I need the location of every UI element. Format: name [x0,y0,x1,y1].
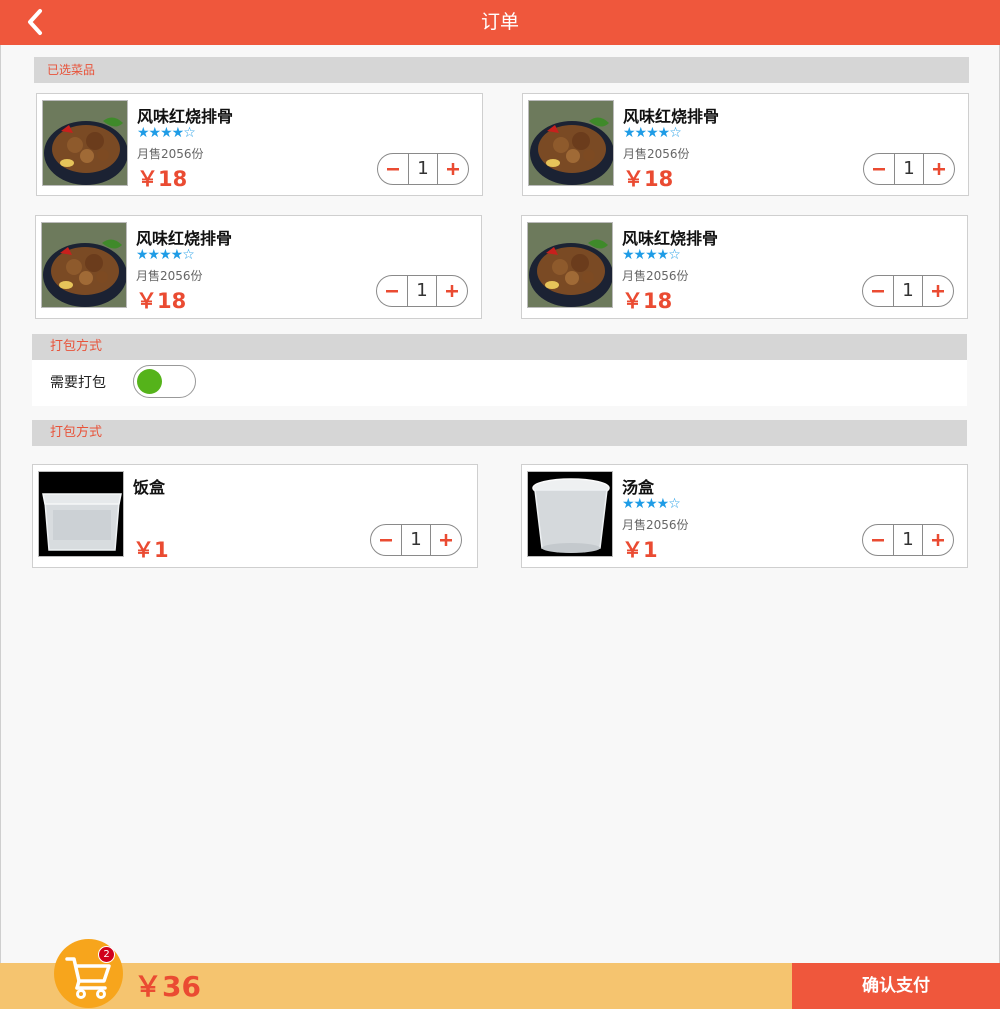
section-header-selected-dishes: 已选菜品 [34,57,969,83]
quantity-value: 1 [902,280,914,301]
packaging-toggle-label: 需要打包 [50,375,106,391]
rating-stars: ★★★★☆ [622,496,681,512]
packaging-toggle[interactable] [133,365,196,398]
decrease-button[interactable] [371,525,402,555]
minus-icon [873,168,885,171]
container-name: 饭盒 [133,478,166,497]
dish-image [42,100,128,186]
dish-price: ￥18 [136,289,187,313]
quantity-value: 1 [410,529,422,550]
minus-icon [387,168,399,171]
rice-box-image [38,471,124,557]
decrease-button[interactable] [378,154,409,184]
increase-button[interactable] [922,525,953,555]
decrease-button[interactable] [863,525,894,555]
section-header-packaging-method: 打包方式 [32,334,967,360]
dish-name: 风味红烧排骨 [623,107,720,126]
rating-stars: ★★★★☆ [136,247,195,263]
quantity-stepper: 1 [376,275,468,307]
minus-icon [386,290,398,293]
increase-button[interactable] [923,154,954,184]
dish-name: 风味红烧排骨 [137,107,234,126]
plus-icon [932,534,944,546]
quantity-value: 1 [903,158,915,179]
minus-icon [380,539,392,542]
increase-button[interactable] [436,276,467,306]
minus-icon [872,539,884,542]
container-card: 饭盒 ￥1 1 [32,464,478,568]
soup-box-image [527,471,613,557]
monthly-sales: 月售2056份 [137,147,204,161]
dish-price: ￥18 [137,167,188,191]
container-name: 汤盒 [622,478,655,497]
dish-image [41,222,127,308]
dish-image [528,100,614,186]
top-nav-bar: 订单 [0,0,1000,45]
quantity-value: 1 [417,158,429,179]
plus-icon [440,534,452,546]
dish-image [527,222,613,308]
rating-stars: ★★★★☆ [622,247,681,263]
minus-icon [872,290,884,293]
quantity-stepper: 1 [862,275,954,307]
dish-card: 风味红烧排骨 ★★★★☆ 月售2056份 ￥18 1 [521,215,968,319]
monthly-sales: 月售2056份 [136,269,203,283]
dish-card: 风味红烧排骨 ★★★★☆ 月售2056份 ￥18 1 [36,93,483,196]
page-title: 订单 [480,11,519,33]
plus-icon [447,163,459,175]
plus-icon [932,285,944,297]
quantity-stepper: 1 [377,153,469,185]
dish-card: 风味红烧排骨 ★★★★☆ 月售2056份 ￥18 1 [522,93,969,196]
increase-button[interactable] [437,154,468,184]
packaging-toggle-row: 需要打包 [32,360,967,406]
quantity-stepper: 1 [863,153,955,185]
section-header-packaging-method-2: 打包方式 [32,420,967,446]
decrease-button[interactable] [377,276,408,306]
dish-name: 风味红烧排骨 [136,229,233,248]
quantity-stepper: 1 [370,524,462,556]
quantity-value: 1 [902,529,914,550]
frame-border-left [0,45,1,965]
plus-icon [933,163,945,175]
monthly-sales: 月售2056份 [622,518,689,532]
toggle-knob [137,369,162,394]
dish-price: ￥18 [623,167,674,191]
decrease-button[interactable] [863,276,894,306]
monthly-sales: 月售2056份 [623,147,690,161]
container-price: ￥1 [133,538,169,562]
quantity-value: 1 [416,280,428,301]
dish-name: 风味红烧排骨 [622,229,719,248]
plus-icon [446,285,458,297]
rating-stars: ★★★★☆ [137,125,196,141]
dish-price: ￥18 [622,289,673,313]
confirm-payment-button[interactable]: 确认支付 [792,963,1000,1009]
increase-button[interactable] [922,276,953,306]
container-price: ￥1 [622,538,658,562]
container-card: 汤盒 ★★★★☆ 月售2056份 ￥1 1 [521,464,968,568]
decrease-button[interactable] [864,154,895,184]
quantity-stepper: 1 [862,524,954,556]
cart-count-badge: 2 [98,946,115,963]
increase-button[interactable] [430,525,461,555]
rating-stars: ★★★★☆ [623,125,682,141]
total-price: ￥36 [134,970,201,1003]
monthly-sales: 月售2056份 [622,269,689,283]
dish-card: 风味红烧排骨 ★★★★☆ 月售2056份 ￥18 1 [35,215,482,319]
